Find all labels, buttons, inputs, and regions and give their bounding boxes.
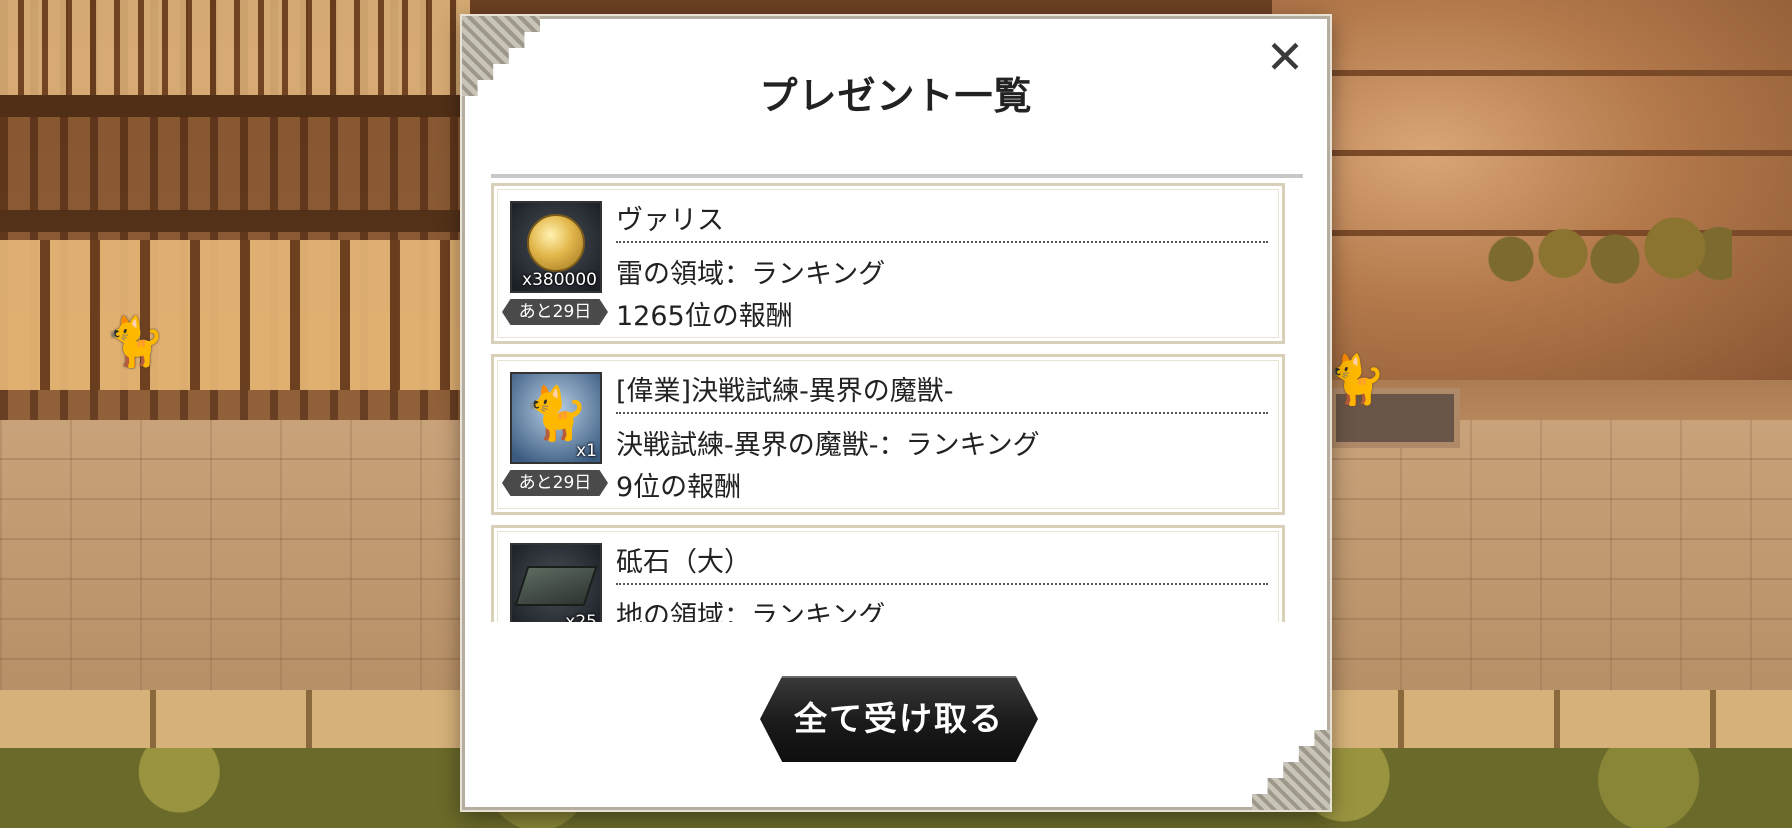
item-source: 決戦試練-異界の魔獣-：ランキング <box>616 430 1040 461</box>
item-source: 地の領域：ランキング <box>616 601 886 622</box>
present-item[interactable]: x25 砥石（大） 地の領域：ランキング <box>491 525 1285 622</box>
dialog-title: プレゼント一覧 <box>759 74 1033 118</box>
upper-windows <box>0 0 470 95</box>
coin-icon: x380000 <box>510 201 602 293</box>
expiry-badge: あと29日 <box>502 470 608 496</box>
lit-windows <box>0 240 470 390</box>
whetstone-icon: x25 <box>510 543 602 622</box>
present-list-dialog: プレゼント一覧 ✕ x380000 あと29日 ヴァリス 雷の領域：ランキング … <box>462 16 1330 810</box>
divider <box>616 412 1268 414</box>
present-item[interactable]: x380000 あと29日 ヴァリス 雷の領域：ランキング 1265位の報酬 <box>491 183 1285 344</box>
item-quantity: x380000 <box>522 270 597 290</box>
item-source: 雷の領域：ランキング <box>616 259 886 290</box>
expiry-badge: あと29日 <box>502 299 608 325</box>
present-item[interactable]: 🐈 x1 あと29日 [偉業]決戦試練-異界の魔獣- 決戦試練-異界の魔獣-：ラ… <box>491 354 1285 515</box>
divider <box>616 241 1268 243</box>
trees <box>1472 215 1732 325</box>
claim-all-button[interactable]: 全て受け取る <box>760 676 1038 762</box>
orange-cat-character: 🐈 <box>1326 352 1386 408</box>
divider <box>616 583 1268 585</box>
cat-statue-icon: 🐈 x1 <box>510 372 602 464</box>
item-name: 砥石（大） <box>616 547 751 578</box>
item-quantity: x1 <box>576 441 597 461</box>
item-quantity: x25 <box>565 612 597 622</box>
present-list[interactable]: x380000 あと29日 ヴァリス 雷の領域：ランキング 1265位の報酬 🐈… <box>491 174 1303 622</box>
close-icon[interactable]: ✕ <box>1263 34 1307 80</box>
item-reward: 1265位の報酬 <box>616 301 793 332</box>
white-cat-character: 🐈 <box>105 314 165 370</box>
corner-ornament-bottom-right <box>1252 730 1330 810</box>
item-reward: 9位の報酬 <box>616 472 742 503</box>
item-name: ヴァリス <box>616 205 724 236</box>
item-name: [偉業]決戦試練-異界の魔獣- <box>616 376 954 407</box>
